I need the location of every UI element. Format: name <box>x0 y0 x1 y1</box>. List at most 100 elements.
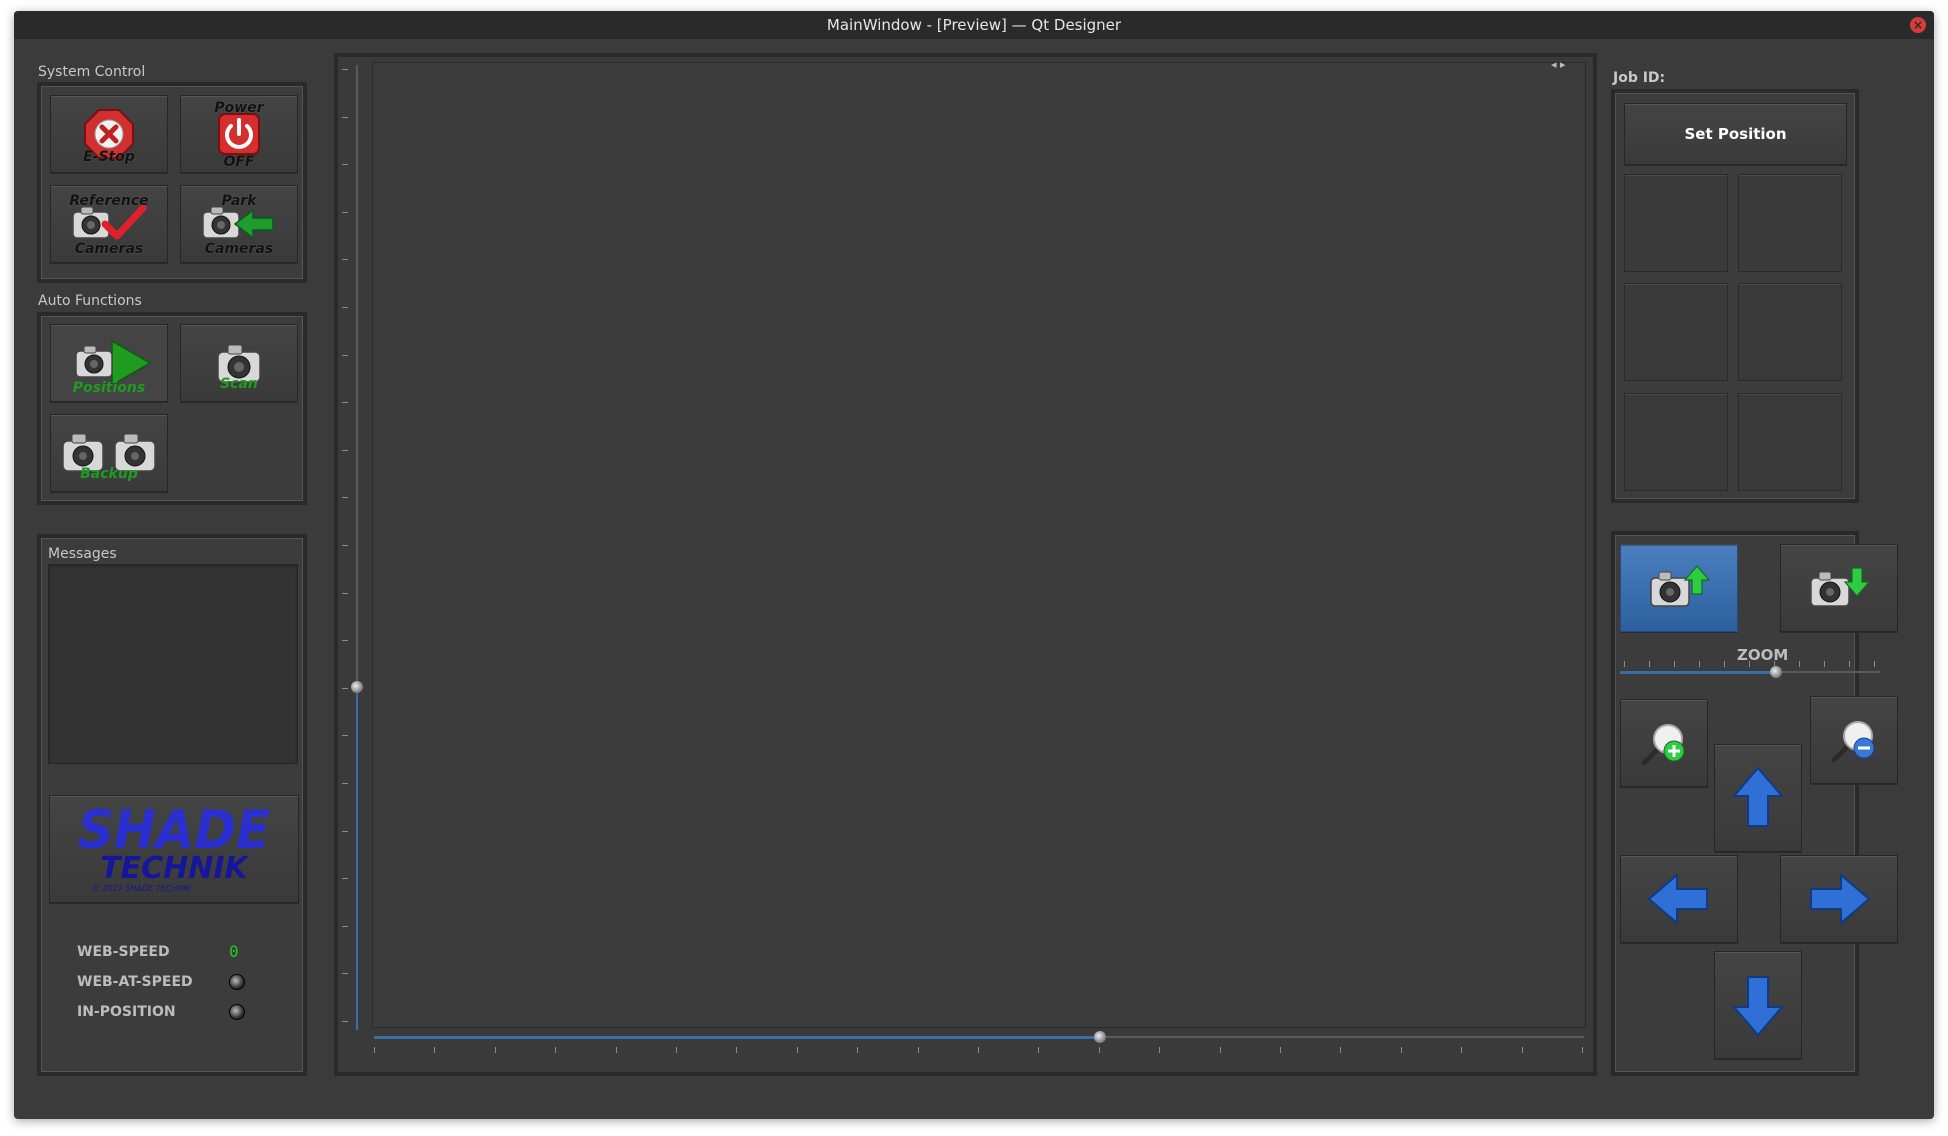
camera-preview[interactable] <box>372 62 1586 1028</box>
horizontal-slider-ticks <box>374 1047 1584 1055</box>
power-label-bottom: OFF <box>223 154 255 170</box>
slider-tick <box>1401 1047 1402 1053</box>
camera-up-button[interactable] <box>1620 544 1738 632</box>
set-position-button[interactable]: Set Position <box>1624 103 1847 165</box>
slider-tick <box>1649 661 1650 667</box>
backup-button[interactable]: Backup <box>50 414 168 492</box>
camera-down-button[interactable] <box>1780 544 1898 632</box>
positions-button[interactable]: Positions <box>50 324 168 402</box>
camera-down-icon <box>1810 567 1871 607</box>
move-right-button[interactable] <box>1780 855 1898 943</box>
backup-label: Backup <box>80 466 138 482</box>
slider-tick <box>342 831 348 832</box>
power-icon <box>218 113 260 155</box>
zoom-slider-ticks <box>1624 661 1875 667</box>
zoom-in-icon <box>1641 724 1685 766</box>
messages-label: Messages <box>48 546 117 562</box>
estop-label: E-Stop <box>83 149 135 165</box>
slider-tick <box>342 402 348 403</box>
slider-tick <box>342 545 348 546</box>
web-at-speed-led <box>229 974 245 990</box>
position-slot-2[interactable] <box>1738 174 1842 272</box>
slider-tick <box>1674 661 1675 667</box>
logo-copyright: © 2017 SHADE TECHNIK <box>92 883 191 893</box>
slider-tick <box>342 355 348 356</box>
auto-functions-label: Auto Functions <box>38 293 142 309</box>
reference-label-bottom: Cameras <box>74 241 144 257</box>
slider-tick <box>676 1047 677 1053</box>
park-label-bottom: Cameras <box>204 241 274 257</box>
horizontal-slider-handle[interactable] <box>1094 1031 1106 1043</box>
slider-tick <box>1522 1047 1523 1053</box>
slider-tick <box>342 688 348 689</box>
zoom-slider-fill <box>1620 671 1776 674</box>
slider-tick <box>1099 1047 1100 1053</box>
slider-tick <box>1724 661 1725 667</box>
vertical-slider-ticks <box>342 69 352 1029</box>
zoom-in-button[interactable] <box>1620 699 1708 787</box>
web-speed-label: WEB-SPEED <box>77 944 170 960</box>
slider-tick <box>495 1047 496 1053</box>
slider-tick <box>342 640 348 641</box>
system-control-label: System Control <box>38 64 146 80</box>
logo-button[interactable]: SHADE TECHNIK © 2017 SHADE TECHNIK <box>49 795 299 903</box>
slider-tick <box>1874 661 1875 667</box>
scan-button[interactable]: Scan <box>180 324 298 402</box>
arrow-right-icon <box>1810 873 1871 925</box>
web-at-speed-label: WEB-AT-SPEED <box>77 974 193 990</box>
slider-tick <box>1461 1047 1462 1053</box>
slider-tick <box>342 973 348 974</box>
slider-tick <box>342 164 348 165</box>
slider-tick <box>1799 661 1800 667</box>
slider-tick <box>374 1047 375 1053</box>
close-button[interactable]: × <box>1910 17 1926 33</box>
park-label-top: Park <box>221 193 257 209</box>
slider-tick <box>342 926 348 927</box>
zoom-out-button[interactable] <box>1810 696 1898 784</box>
park-cameras-button[interactable]: Park Cameras <box>180 185 298 263</box>
zoom-slider-handle[interactable] <box>1770 666 1782 678</box>
messages-box[interactable] <box>48 564 298 764</box>
title-bar: MainWindow - [Preview] — Qt Designer × <box>14 11 1934 39</box>
slider-tick <box>616 1047 617 1053</box>
arrow-up-icon <box>1732 766 1784 827</box>
move-left-button[interactable] <box>1620 855 1738 943</box>
reference-cameras-button[interactable]: Reference Cameras <box>50 185 168 263</box>
slider-tick <box>342 1021 348 1022</box>
camera-up-icon <box>1650 565 1711 607</box>
slider-tick <box>797 1047 798 1053</box>
slider-tick <box>978 1047 979 1053</box>
positions-label: Positions <box>72 380 146 396</box>
slider-tick <box>736 1047 737 1053</box>
power-off-button[interactable]: Power OFF <box>180 95 298 173</box>
estop-button[interactable]: E-Stop <box>50 95 168 173</box>
position-slot-4[interactable] <box>1738 283 1842 381</box>
slider-tick <box>1280 1047 1281 1053</box>
move-up-button[interactable] <box>1714 744 1802 852</box>
arrow-left-icon <box>1647 873 1708 925</box>
set-position-label: Set Position <box>1684 125 1787 143</box>
slider-tick <box>342 69 348 70</box>
position-slot-6[interactable] <box>1738 393 1842 491</box>
window-title: MainWindow - [Preview] — Qt Designer <box>826 16 1122 34</box>
slider-tick <box>555 1047 556 1053</box>
position-slot-3[interactable] <box>1624 283 1728 381</box>
scan-label: Scan <box>220 376 258 392</box>
slider-tick <box>1220 1047 1221 1053</box>
slider-tick <box>1849 661 1850 667</box>
position-slot-5[interactable] <box>1624 393 1728 491</box>
job-id-label: Job ID: <box>1613 70 1666 86</box>
horizontal-slider-fill <box>374 1036 1100 1039</box>
vertical-slider-fill <box>356 687 358 1030</box>
move-down-button[interactable] <box>1714 951 1802 1059</box>
slider-tick <box>1749 661 1750 667</box>
in-position-label: IN-POSITION <box>77 1004 176 1020</box>
position-slot-1[interactable] <box>1624 174 1728 272</box>
logo-line1: SHADE <box>77 799 271 860</box>
slider-tick <box>342 735 348 736</box>
vertical-slider-handle[interactable] <box>351 681 363 693</box>
slider-tick <box>342 212 348 213</box>
scroll-arrows[interactable]: ◂ ▸ <box>1551 58 1566 71</box>
slider-tick <box>1824 661 1825 667</box>
slider-tick <box>918 1047 919 1053</box>
